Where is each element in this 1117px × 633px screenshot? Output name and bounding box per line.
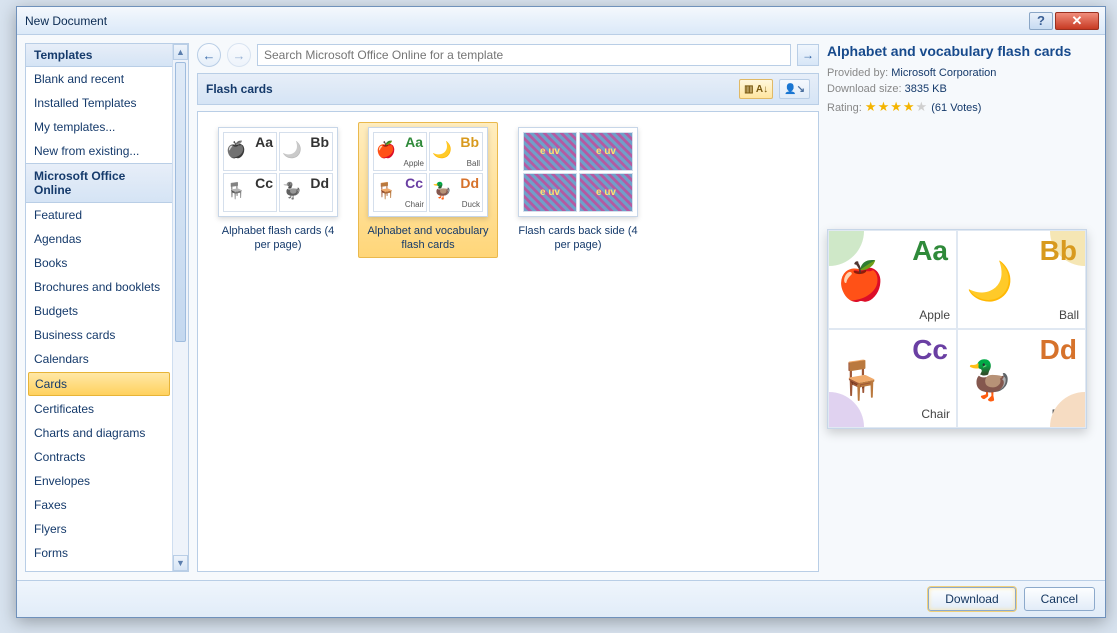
- preview-word: Apple: [919, 308, 950, 322]
- results-heading: Flash cards: [206, 82, 273, 96]
- search-box[interactable]: [257, 44, 791, 66]
- provided-by-row: Provided by: Microsoft Corporation: [827, 67, 1097, 79]
- results-header: Flash cards ▥ A↓ 👤↘: [197, 73, 819, 105]
- scroll-down-icon[interactable]: ▼: [173, 555, 188, 571]
- download-size-row: Download size: 3835 KB: [827, 83, 1097, 95]
- sidebar-item[interactable]: Agendas: [26, 227, 172, 251]
- scroll-up-icon[interactable]: ▲: [173, 44, 188, 60]
- forward-button[interactable]: →: [227, 43, 251, 67]
- sidebar-scrollbar[interactable]: ▲ ▼: [172, 44, 188, 571]
- star-icons: ★★★★★: [865, 99, 928, 114]
- preview-word: Chair: [921, 407, 950, 421]
- template-caption: Alphabet and vocabulary flash cards: [363, 225, 493, 253]
- results-grid: 🍎Aa🌙Bb🪑Cc🦆DdAlphabet flash cards (4 per …: [197, 111, 819, 572]
- search-go-button[interactable]: →: [797, 44, 819, 66]
- sidebar-item[interactable]: Flyers: [26, 517, 172, 541]
- download-button[interactable]: Download: [928, 587, 1015, 611]
- template-item[interactable]: 🍎AaApple🌙BbBall🪑CcChair🦆DdDuckAlphabet a…: [358, 122, 498, 258]
- sidebar-item[interactable]: Blank and recent: [26, 67, 172, 91]
- sidebar-header: Templates: [26, 44, 188, 67]
- template-caption: Flash cards back side (4 per page): [513, 225, 643, 253]
- preview-letter: Cc: [912, 334, 948, 366]
- template-preview: 🍎AaApple🌙BbBall🪑CcChair🦆DdDuck: [827, 229, 1087, 429]
- cancel-button[interactable]: Cancel: [1024, 587, 1095, 611]
- preview-word: Ball: [1059, 308, 1079, 322]
- template-item[interactable]: e uve uve uve uvFlash cards back side (4…: [508, 122, 648, 258]
- preview-icon: 🍎: [837, 260, 884, 304]
- sidebar-item[interactable]: Installed Templates: [26, 91, 172, 115]
- template-caption: Alphabet flash cards (4 per page): [213, 225, 343, 253]
- sidebar-item[interactable]: Forms: [26, 541, 172, 565]
- preview-icon: 🌙: [966, 260, 1013, 304]
- preview-letter: Aa: [912, 235, 948, 267]
- sidebar-item[interactable]: Cards: [28, 372, 170, 396]
- main-panel: ← → → Flash cards ▥ A↓ 👤↘ 🍎Aa🌙Bb🪑Cc🦆DdAl…: [197, 43, 819, 572]
- sidebar-item[interactable]: My templates...: [26, 115, 172, 139]
- sidebar-item[interactable]: Books: [26, 251, 172, 275]
- dialog-body: Templates Blank and recentInstalled Temp…: [17, 35, 1105, 580]
- preview-letter: Bb: [1040, 235, 1077, 267]
- sidebar-item[interactable]: Charts and diagrams: [26, 421, 172, 445]
- sidebar-item[interactable]: Calendars: [26, 347, 172, 371]
- sidebar-item[interactable]: Inventories: [26, 565, 172, 571]
- sidebar-item[interactable]: Contracts: [26, 445, 172, 469]
- scrollbar-thumb[interactable]: [175, 62, 186, 342]
- sidebar-item[interactable]: Brochures and booklets: [26, 275, 172, 299]
- preview-letter: Dd: [1040, 334, 1077, 366]
- sidebar-item[interactable]: Faxes: [26, 493, 172, 517]
- nav-row: ← → →: [197, 43, 819, 67]
- rating-row: Rating: ★★★★★ (61 Votes): [827, 99, 1097, 115]
- sidebar-item[interactable]: New from existing...: [26, 139, 172, 163]
- search-input[interactable]: [258, 48, 790, 62]
- preview-icon: 🦆: [966, 359, 1013, 403]
- preview-icon: 🪑: [837, 359, 884, 403]
- sidebar-item[interactable]: Certificates: [26, 397, 172, 421]
- customer-filter-button[interactable]: 👤↘: [779, 79, 810, 99]
- new-document-dialog: New Document ? ✕ Templates Blank and rec…: [16, 6, 1106, 618]
- sidebar-item[interactable]: Business cards: [26, 323, 172, 347]
- close-button[interactable]: ✕: [1055, 12, 1099, 30]
- sidebar-item[interactable]: Envelopes: [26, 469, 172, 493]
- sort-button[interactable]: ▥ A↓: [739, 79, 773, 99]
- template-item[interactable]: 🍎Aa🌙Bb🪑Cc🦆DdAlphabet flash cards (4 per …: [208, 122, 348, 258]
- sidebar-item[interactable]: Featured: [26, 203, 172, 227]
- category-sidebar: Templates Blank and recentInstalled Temp…: [25, 43, 189, 572]
- window-title: New Document: [25, 14, 1027, 28]
- details-panel: Alphabet and vocabulary flash cards Prov…: [827, 43, 1097, 572]
- help-button[interactable]: ?: [1029, 12, 1053, 30]
- titlebar: New Document ? ✕: [17, 7, 1105, 35]
- details-title: Alphabet and vocabulary flash cards: [827, 43, 1097, 59]
- sidebar-item[interactable]: Budgets: [26, 299, 172, 323]
- dialog-footer: Download Cancel: [17, 580, 1105, 617]
- back-button[interactable]: ←: [197, 43, 221, 67]
- sidebar-item[interactable]: Microsoft Office Online: [26, 163, 172, 203]
